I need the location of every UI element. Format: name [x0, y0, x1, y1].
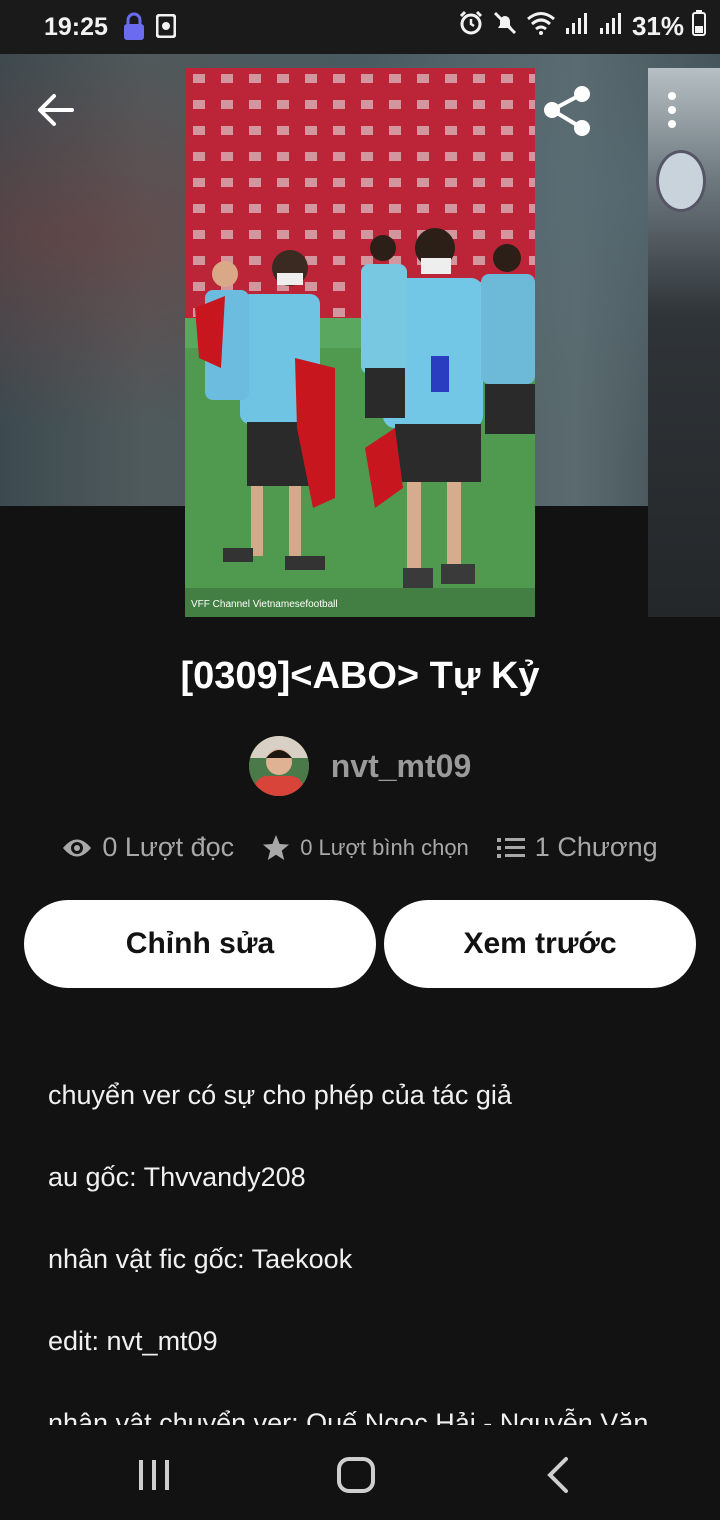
reads-stat: 0 Lượt đọc	[62, 832, 234, 863]
author-name[interactable]: nvt_mt09	[331, 748, 472, 785]
more-options-button[interactable]	[656, 88, 688, 136]
description-line: edit: nvt_mt09	[48, 1326, 218, 1356]
system-nav-bar	[0, 1428, 720, 1520]
screen-record-icon	[155, 13, 177, 45]
description-line: nhân vật fic gốc: Taekook	[48, 1244, 353, 1274]
battery-percent: 31%	[631, 11, 684, 41]
share-button[interactable]	[540, 84, 596, 140]
avatar[interactable]	[248, 736, 309, 796]
cover-photo: VFF Channel Vietnamesefootball	[185, 68, 535, 617]
description-line: nhân vật chuyển ver: Quế Ngọc Hải - Nguy…	[48, 1408, 649, 1425]
signal-icon	[564, 10, 590, 43]
eye-icon	[63, 839, 92, 856]
recent-apps-icon	[139, 1460, 169, 1490]
author-row[interactable]: nvt_mt09	[0, 736, 720, 796]
description-line: chuyển ver có sự cho phép của tác giả	[48, 1080, 512, 1110]
status-time: 19:25	[44, 13, 108, 41]
more-vert-icon	[668, 92, 676, 128]
list-icon	[496, 837, 525, 858]
nav-back-button[interactable]	[544, 1456, 572, 1499]
status-bar: 19:25 31%	[0, 0, 720, 54]
edit-button[interactable]: Chỉnh sửa	[24, 900, 376, 988]
alarm-icon	[458, 10, 484, 43]
home-button[interactable]	[336, 1456, 376, 1499]
battery-icon	[692, 10, 706, 43]
lock-icon	[122, 12, 146, 49]
story-title: [0309]<ABO> Tự Kỷ	[180, 655, 540, 697]
recent-apps-button[interactable]	[136, 1458, 172, 1497]
stats-row: 0 Lượt đọc 0 Lượt bình chọn 1 Chương	[0, 832, 720, 863]
chapters-label: 1 Chương	[534, 832, 658, 862]
arrow-left-icon	[38, 94, 74, 126]
chevron-left-icon	[547, 1457, 568, 1493]
signal-icon	[598, 10, 624, 43]
next-story-cover[interactable]	[648, 68, 720, 617]
preview-button[interactable]: Xem trước	[384, 900, 696, 988]
story-description: chuyển ver có sự cho phép của tác giả au…	[48, 1080, 688, 1425]
story-cover[interactable]: VFF Channel Vietnamesefootball	[185, 68, 535, 617]
cover-watermark: VFF Channel Vietnamesefootball	[191, 599, 338, 610]
share-icon	[544, 86, 590, 136]
clock-image	[656, 150, 706, 212]
wifi-icon	[526, 10, 556, 43]
back-button[interactable]	[34, 88, 78, 132]
reads-label: 0 Lượt đọc	[102, 832, 235, 862]
chapters-stat: 1 Chương	[496, 832, 658, 863]
home-icon	[337, 1457, 375, 1493]
star-icon	[263, 834, 290, 860]
mute-icon	[492, 10, 518, 43]
avatar-image	[248, 736, 309, 796]
status-icons: 31%	[458, 10, 706, 43]
description-line: au gốc: Thvvandy208	[48, 1162, 306, 1192]
votes-label: 0 Lượt bình chọn	[300, 834, 469, 860]
votes-stat: 0 Lượt bình chọn	[262, 834, 469, 862]
